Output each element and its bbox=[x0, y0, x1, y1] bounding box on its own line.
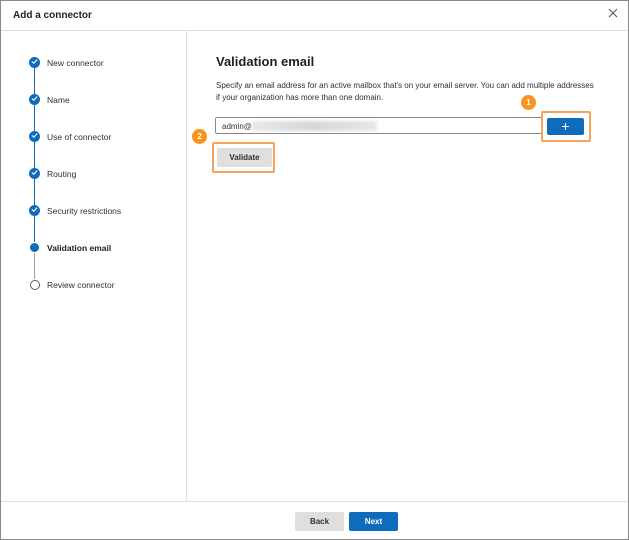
step-connector-line bbox=[34, 142, 35, 168]
step-complete-icon bbox=[29, 205, 40, 216]
checkmark-icon bbox=[31, 133, 38, 139]
step-connector-line bbox=[34, 253, 35, 279]
wizard-steps: New connector Name Use of connector Rout… bbox=[1, 31, 187, 501]
step-label: New connector bbox=[47, 58, 104, 68]
step-label: Name bbox=[47, 95, 70, 105]
step-complete-icon bbox=[29, 94, 40, 105]
close-icon[interactable] bbox=[606, 7, 620, 21]
redacted-domain bbox=[252, 121, 377, 131]
checkmark-icon bbox=[31, 170, 38, 176]
step-connector-line bbox=[34, 216, 35, 242]
dialog-title: Add a connector bbox=[13, 10, 92, 21]
step-label: Security restrictions bbox=[47, 206, 122, 216]
step-complete-icon bbox=[29, 168, 40, 179]
checkmark-icon bbox=[31, 207, 38, 213]
close-icon-glyph bbox=[608, 8, 618, 18]
checkmark-icon bbox=[31, 59, 38, 65]
page-title: Validation email bbox=[216, 54, 315, 69]
callout-highlight-validate bbox=[212, 142, 275, 173]
dialog-footer: Back Next bbox=[1, 501, 628, 540]
step-label: Routing bbox=[47, 169, 77, 179]
callout-highlight-add bbox=[541, 111, 591, 142]
step-pending-icon bbox=[30, 280, 40, 290]
step-connector-line bbox=[34, 105, 35, 131]
dialog-titlebar: Add a connector bbox=[1, 1, 628, 31]
step-complete-icon bbox=[29, 131, 40, 142]
step-label: Validation email bbox=[47, 243, 112, 253]
checkmark-icon bbox=[31, 96, 38, 102]
step-label: Review connector bbox=[47, 280, 115, 290]
main-panel: Validation email Specify an email addres… bbox=[187, 31, 628, 501]
back-button[interactable]: Back bbox=[295, 512, 344, 531]
callout-badge-2: 2 bbox=[192, 129, 207, 144]
add-connector-dialog: Add a connector New connector Name Use o… bbox=[0, 0, 629, 540]
step-connector-line bbox=[34, 68, 35, 94]
step-current-icon bbox=[30, 243, 39, 252]
step-connector-line bbox=[34, 179, 35, 205]
next-button[interactable]: Next bbox=[349, 512, 398, 531]
callout-badge-1: 1 bbox=[521, 95, 536, 110]
page-description: Specify an email address for an active m… bbox=[216, 81, 594, 102]
step-label: Use of connector bbox=[47, 132, 112, 142]
step-complete-icon bbox=[29, 57, 40, 68]
